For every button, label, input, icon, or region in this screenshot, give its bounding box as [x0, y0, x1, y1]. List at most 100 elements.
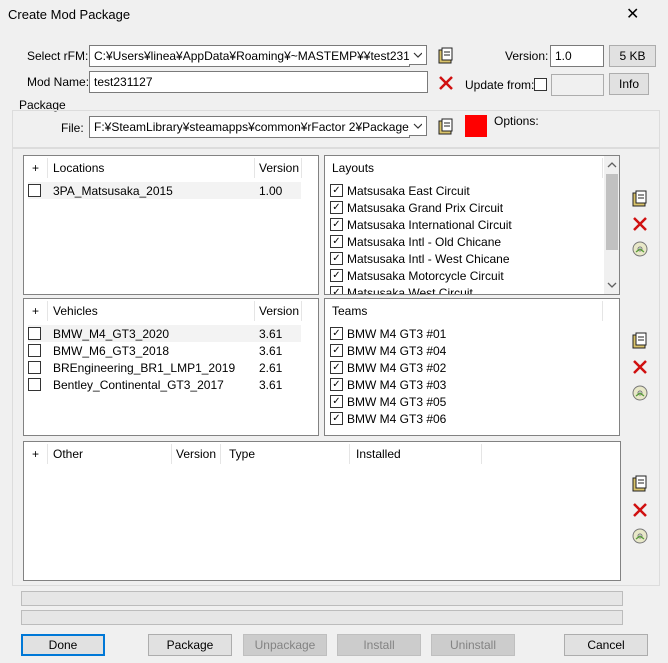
layouts-disc-button[interactable] [629, 238, 651, 260]
check-icon[interactable]: ✓ [330, 235, 343, 248]
delete-icon [633, 217, 647, 231]
package-file-field[interactable]: F:¥SteamLibrary¥steamapps¥common¥rFactor… [89, 116, 410, 138]
folder-icon [632, 190, 647, 207]
browse-package-button[interactable] [435, 116, 457, 138]
file-label: File: [61, 121, 84, 135]
progress-bar-primary [21, 591, 623, 606]
version-label: Version: [505, 49, 549, 63]
teams-delete-button[interactable] [629, 356, 651, 378]
layouts-delete-button[interactable] [629, 213, 651, 235]
other-browse-button[interactable] [629, 473, 651, 495]
vehicles-expand[interactable]: + [32, 299, 39, 323]
teams-disc-button[interactable] [629, 382, 651, 404]
teams-panel[interactable]: Teams ✓ BMW M4 GT3 #01 ✓ BMW M4 GT3 #04 ✓ B… [324, 298, 620, 436]
list-item[interactable]: ✓ Matsusaka Intl - Old Chicane [330, 233, 501, 250]
uninstall-button[interactable]: Uninstall [431, 634, 515, 656]
check-icon[interactable]: ✓ [330, 286, 343, 294]
disc-icon [632, 241, 648, 257]
delete-icon [439, 76, 453, 90]
select-rfm-field[interactable]: C:¥Users¥linea¥AppData¥Roaming¥~MASTEMP¥… [89, 45, 410, 67]
row-checkbox[interactable] [28, 344, 41, 357]
other-delete-button[interactable] [629, 499, 651, 521]
row-checkbox[interactable] [28, 378, 41, 391]
table-row[interactable]: Bentley_Continental_GT3_2017 3.61 [28, 376, 301, 393]
check-icon[interactable]: ✓ [330, 395, 343, 408]
version-field[interactable]: 1.0 [550, 45, 604, 67]
list-item[interactable]: ✓ BMW M4 GT3 #01 [330, 325, 446, 342]
list-item[interactable]: ✓ BMW M4 GT3 #05 [330, 393, 446, 410]
delete-icon [633, 360, 647, 374]
vehicles-col-version[interactable]: Version [259, 299, 299, 323]
package-button[interactable]: Package [148, 634, 232, 656]
scroll-thumb[interactable] [606, 174, 618, 250]
check-icon[interactable]: ✓ [330, 412, 343, 425]
other-col-version[interactable]: Version [176, 442, 216, 466]
list-item[interactable]: ✓ Matsusaka West Circuit [330, 284, 473, 294]
location-name: 3PA_Matsusaka_2015 [53, 183, 173, 198]
row-checkbox[interactable] [28, 184, 41, 197]
other-expand[interactable]: + [32, 442, 39, 466]
layouts-panel[interactable]: Layouts ✓ Matsusaka East Circuit ✓ Matsusa… [324, 155, 620, 295]
table-row[interactable]: 3PA_Matsusaka_2015 1.00 [28, 182, 301, 199]
list-item[interactable]: ✓ Matsusaka Intl - West Chicane [330, 250, 510, 267]
list-item[interactable]: ✓ Matsusaka International Circuit [330, 216, 512, 233]
check-icon[interactable]: ✓ [330, 184, 343, 197]
locations-panel[interactable]: + Locations Version 3PA_Matsusaka_2015 1… [23, 155, 319, 295]
done-button[interactable]: Done [21, 634, 105, 656]
other-disc-button[interactable] [629, 525, 651, 547]
check-icon[interactable]: ✓ [330, 201, 343, 214]
layouts-scrollbar[interactable] [604, 156, 620, 294]
table-row[interactable]: BMW_M4_GT3_2020 3.61 [28, 325, 301, 342]
unpackage-button[interactable]: Unpackage [243, 634, 327, 656]
update-from-checkbox[interactable] [534, 78, 547, 91]
mod-name-field[interactable]: test231127 [89, 71, 428, 93]
vehicles-col-name[interactable]: Vehicles [53, 299, 98, 323]
list-item[interactable]: ✓ Matsusaka Grand Prix Circuit [330, 199, 503, 216]
other-col-name[interactable]: Other [53, 442, 83, 466]
row-checkbox[interactable] [28, 327, 41, 340]
check-icon[interactable]: ✓ [330, 344, 343, 357]
check-icon[interactable]: ✓ [330, 378, 343, 391]
list-item[interactable]: ✓ Matsusaka East Circuit [330, 182, 470, 199]
list-item[interactable]: ✓ Matsusaka Motorcycle Circuit [330, 267, 504, 284]
browse-rfm-button[interactable] [435, 45, 457, 67]
check-icon[interactable]: ✓ [330, 252, 343, 265]
check-icon[interactable]: ✓ [330, 269, 343, 282]
select-rfm-dropdown[interactable] [409, 45, 427, 65]
other-col-installed[interactable]: Installed [356, 442, 401, 466]
close-icon[interactable]: ✕ [626, 4, 639, 24]
clear-mod-name-button[interactable] [435, 72, 457, 94]
list-item[interactable]: ✓ BMW M4 GT3 #03 [330, 376, 446, 393]
table-row[interactable]: BMW_M6_GT3_2018 3.61 [28, 342, 301, 359]
install-button[interactable]: Install [337, 634, 421, 656]
other-panel[interactable]: + Other Version Type Installed [23, 441, 621, 581]
teams-browse-button[interactable] [629, 330, 651, 352]
locations-col-version[interactable]: Version [259, 156, 299, 180]
scroll-down-icon[interactable] [604, 279, 620, 291]
list-item[interactable]: ✓ BMW M4 GT3 #06 [330, 410, 446, 427]
folder-icon [438, 118, 453, 135]
check-icon[interactable]: ✓ [330, 327, 343, 340]
other-col-type[interactable]: Type [229, 442, 255, 466]
update-from-label: Update from: [465, 78, 535, 92]
check-icon[interactable]: ✓ [330, 361, 343, 374]
row-checkbox[interactable] [28, 361, 41, 374]
package-file-dropdown[interactable] [409, 116, 427, 136]
info-button[interactable]: Info [609, 73, 649, 95]
table-row[interactable]: BREngineering_BR1_LMP1_2019 2.61 [28, 359, 301, 376]
size-badge: 5 KB [609, 45, 656, 67]
folder-icon [632, 475, 647, 492]
locations-expand[interactable]: + [32, 156, 39, 180]
list-item[interactable]: ✓ BMW M4 GT3 #02 [330, 359, 446, 376]
locations-col-name[interactable]: Locations [53, 156, 104, 180]
check-icon[interactable]: ✓ [330, 218, 343, 231]
layouts-browse-button[interactable] [629, 188, 651, 210]
list-item[interactable]: ✓ BMW M4 GT3 #04 [330, 342, 446, 359]
chevron-down-icon [413, 52, 422, 58]
vehicles-panel[interactable]: + Vehicles Version BMW_M4_GT3_2020 3.61 … [23, 298, 319, 436]
scroll-up-icon[interactable] [604, 159, 620, 171]
package-color-swatch[interactable] [465, 115, 487, 137]
chevron-down-icon [413, 123, 422, 129]
update-from-field [551, 74, 604, 96]
cancel-button[interactable]: Cancel [564, 634, 648, 656]
